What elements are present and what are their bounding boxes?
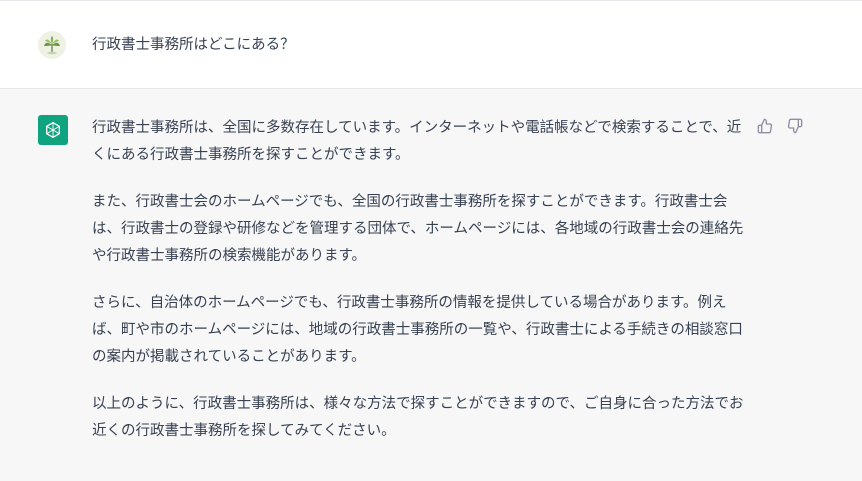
feedback-buttons: [756, 117, 804, 135]
openai-logo-icon: [38, 115, 68, 145]
user-avatar-plant-icon: [38, 31, 66, 59]
answer-paragraph: また、行政書士会のホームページでも、全国の行政書士事務所を探すことができます。行…: [92, 194, 744, 264]
answer-paragraph: さらに、自治体のホームページでも、行政書士事務所の情報を提供している場合がありま…: [92, 295, 743, 365]
thumbs-down-icon[interactable]: [786, 117, 804, 135]
assistant-answer: 行政書士事務所は、全国に多数存在しています。インターネットや電話帳などで検索する…: [92, 115, 744, 465]
answer-paragraph: 以上のように、行政書士事務所は、様々な方法で探すことができますので、ご自身に合っ…: [92, 396, 744, 439]
user-message-text: 行政書士事務所はどこにある？: [92, 37, 295, 53]
user-message-row: 行政書士事務所はどこにある？: [0, 0, 862, 89]
thumbs-up-icon[interactable]: [756, 117, 774, 135]
assistant-message-row: 行政書士事務所は、全国に多数存在しています。インターネットや電話帳などで検索する…: [0, 89, 862, 481]
answer-paragraph: 行政書士事務所は、全国に多数存在しています。インターネットや電話帳などで検索する…: [92, 120, 742, 163]
